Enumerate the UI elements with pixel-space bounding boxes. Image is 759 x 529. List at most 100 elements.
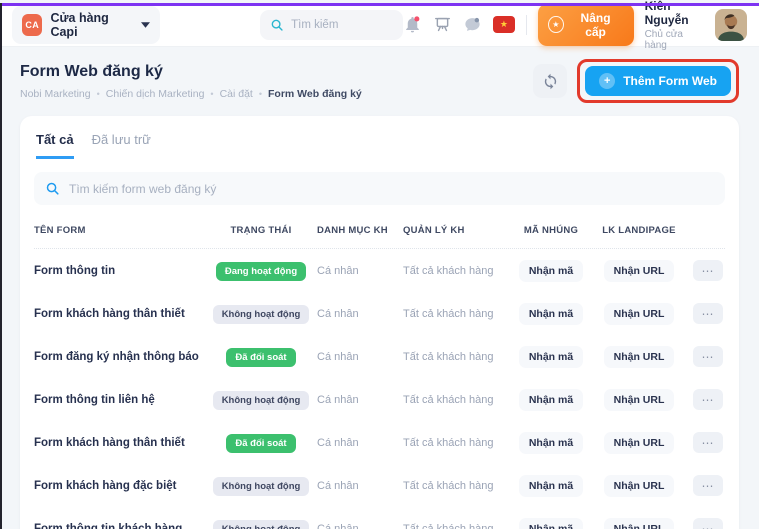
get-embed-code-button[interactable]: Nhận mã xyxy=(519,518,583,529)
table-row: Form đăng ký nhận thông báo Đã đối soát … xyxy=(20,335,739,378)
upgrade-label: Nâng cấp xyxy=(572,11,620,39)
global-search[interactable] xyxy=(260,10,403,40)
col-header-name: TÊN FORM xyxy=(34,225,205,236)
get-url-button[interactable]: Nhận URL xyxy=(604,346,675,368)
form-list-card: Tất cả Đã lưu trữ TÊN FORM TRẠNG THÁI DA… xyxy=(20,116,739,529)
get-url-button[interactable]: Nhận URL xyxy=(604,303,675,325)
chat-bubble-icon[interactable] xyxy=(463,15,482,34)
category-cell: Cá nhân xyxy=(317,394,397,406)
table-header: TÊN FORM TRẠNG THÁI DANH MỤC KH QUẢN LÝ … xyxy=(20,215,739,248)
store-switcher[interactable]: CA Cửa hàng Capi xyxy=(12,6,160,44)
category-cell: Cá nhân xyxy=(317,308,397,320)
breadcrumb-item[interactable]: Nobi Marketing xyxy=(20,88,91,100)
get-embed-code-button[interactable]: Nhận mã xyxy=(519,260,583,282)
manager-cell: Tất cả khách hàng xyxy=(403,437,509,449)
manager-cell: Tất cả khách hàng xyxy=(403,480,509,492)
user-role: Chủ cửa hàng xyxy=(645,29,707,51)
manager-cell: Tất cả khách hàng xyxy=(403,351,509,363)
row-more-button[interactable]: ⋯ xyxy=(693,518,723,529)
get-url-button[interactable]: Nhận URL xyxy=(604,518,675,529)
user-avatar xyxy=(715,9,747,41)
form-name: Form thông tin xyxy=(34,265,205,277)
language-flag-vn[interactable]: ★ xyxy=(493,16,516,33)
form-search[interactable] xyxy=(34,172,725,205)
status-badge: Không hoạt động xyxy=(213,520,310,529)
table-row: Form khách hàng đặc biệt Không hoạt động… xyxy=(20,464,739,507)
category-cell: Cá nhân xyxy=(317,265,397,277)
get-embed-code-button[interactable]: Nhận mã xyxy=(519,346,583,368)
form-search-input[interactable] xyxy=(69,182,714,196)
page-header: Form Web đăng ký Nobi Marketing • Chiến … xyxy=(0,47,759,116)
status-badge: Không hoạt động xyxy=(213,305,310,324)
manager-cell: Tất cả khách hàng xyxy=(403,308,509,320)
row-more-button[interactable]: ⋯ xyxy=(693,346,723,367)
get-url-button[interactable]: Nhận URL xyxy=(604,432,675,454)
user-menu[interactable]: Kiên Nguyễn Chủ cửa hàng xyxy=(645,0,747,51)
status-badge: Đã đối soát xyxy=(226,348,295,367)
row-more-button[interactable]: ⋯ xyxy=(693,432,723,453)
col-header-embed: MÃ NHÚNG xyxy=(515,225,587,236)
get-url-button[interactable]: Nhận URL xyxy=(604,389,675,411)
search-icon xyxy=(45,181,60,196)
form-name: Form khách hàng thân thiết xyxy=(34,308,205,320)
add-form-web-label: Thêm Form Web xyxy=(623,74,717,88)
add-form-web-button[interactable]: + Thêm Form Web xyxy=(585,66,731,96)
breadcrumb-current: Form Web đăng ký xyxy=(268,88,362,100)
row-more-button[interactable]: ⋯ xyxy=(693,475,723,496)
annotation-highlight: + Thêm Form Web xyxy=(577,59,739,103)
plus-icon: + xyxy=(599,73,615,89)
divider xyxy=(526,15,527,35)
store-avatar: CA xyxy=(22,14,42,36)
get-embed-code-button[interactable]: Nhận mã xyxy=(519,432,583,454)
breadcrumb-item[interactable]: Cài đặt xyxy=(220,88,253,100)
category-cell: Cá nhân xyxy=(317,351,397,363)
col-header-manager: QUẢN LÝ KH xyxy=(403,225,509,236)
notifications-bell-icon[interactable] xyxy=(403,15,422,34)
category-cell: Cá nhân xyxy=(317,480,397,492)
table-row: Form thông tin khách hàng Không hoạt độn… xyxy=(20,507,739,529)
store-name: Cửa hàng Capi xyxy=(50,11,133,39)
breadcrumb-separator: • xyxy=(210,89,213,99)
status-badge: Đã đối soát xyxy=(226,434,295,453)
category-cell: Cá nhân xyxy=(317,437,397,449)
tab-archived[interactable]: Đã lưu trữ xyxy=(92,132,151,159)
form-name: Form đăng ký nhận thông báo xyxy=(34,351,205,363)
breadcrumb-item[interactable]: Chiến dịch Marketing xyxy=(106,88,205,100)
table-row: Form khách hàng thân thiết Không hoạt độ… xyxy=(20,292,739,335)
row-more-button[interactable]: ⋯ xyxy=(693,303,723,324)
topbar-actions: ★ ★ Nâng cấp Kiên Nguyễn Chủ cửa hàng xyxy=(403,0,747,51)
table-row: Form thông tin liên hệ Không hoạt động C… xyxy=(20,378,739,421)
get-url-button[interactable]: Nhận URL xyxy=(604,260,675,282)
get-embed-code-button[interactable]: Nhận mã xyxy=(519,303,583,325)
refresh-icon xyxy=(542,73,559,90)
col-header-status: TRẠNG THÁI xyxy=(211,225,311,236)
tab-all[interactable]: Tất cả xyxy=(36,132,74,159)
status-badge: Đang hoạt động xyxy=(216,262,306,281)
get-embed-code-button[interactable]: Nhận mã xyxy=(519,389,583,411)
refresh-button[interactable] xyxy=(533,64,567,98)
breadcrumb-separator: • xyxy=(259,89,262,99)
chevron-down-icon xyxy=(141,22,150,28)
manager-cell: Tất cả khách hàng xyxy=(403,265,509,277)
row-more-button[interactable]: ⋯ xyxy=(693,260,723,281)
breadcrumb: Nobi Marketing • Chiến dịch Marketing • … xyxy=(20,88,362,100)
get-embed-code-button[interactable]: Nhận mã xyxy=(519,475,583,497)
star-icon: ★ xyxy=(548,16,563,33)
table-row: Form thông tin Đang hoạt động Cá nhân Tấ… xyxy=(20,249,739,292)
global-search-input[interactable] xyxy=(291,19,393,31)
upgrade-button[interactable]: ★ Nâng cấp xyxy=(538,4,633,46)
table-row: Form khách hàng thân thiết Đã đối soát C… xyxy=(20,421,739,464)
form-name: Form khách hàng thân thiết xyxy=(34,437,205,449)
breadcrumb-separator: • xyxy=(97,89,100,99)
window-top-border xyxy=(0,3,759,6)
status-badge: Không hoạt động xyxy=(213,477,310,496)
status-badge: Không hoạt động xyxy=(213,391,310,410)
manager-cell: Tất cả khách hàng xyxy=(403,394,509,406)
manager-cell: Tất cả khách hàng xyxy=(403,523,509,529)
tabs: Tất cả Đã lưu trữ xyxy=(20,116,739,159)
form-name: Form khách hàng đặc biệt xyxy=(34,480,205,492)
page-title: Form Web đăng ký xyxy=(20,63,362,81)
get-url-button[interactable]: Nhận URL xyxy=(604,475,675,497)
row-more-button[interactable]: ⋯ xyxy=(693,389,723,410)
presentation-board-icon[interactable] xyxy=(433,15,452,34)
